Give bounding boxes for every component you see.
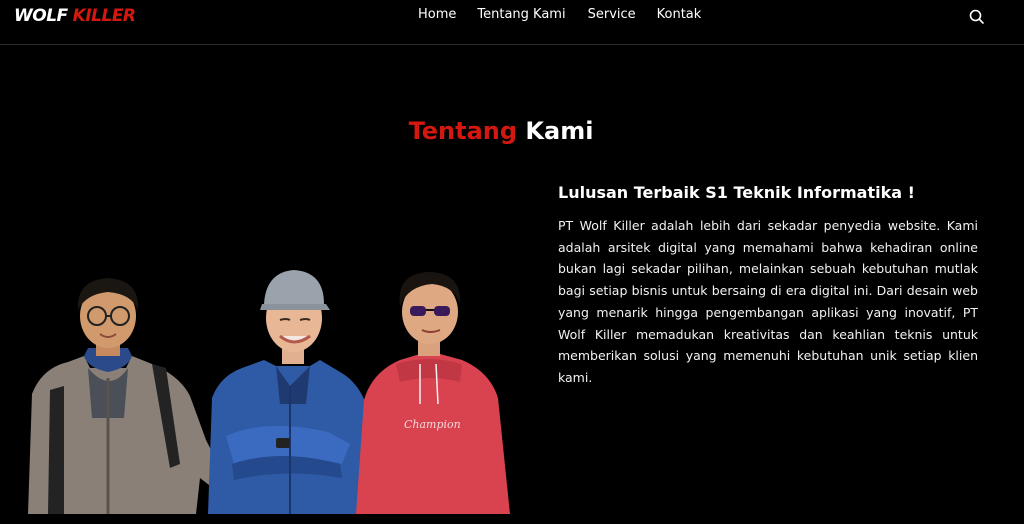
section-title-red: Tentang	[408, 117, 518, 145]
brand-logo-part2: KILLER	[72, 6, 136, 26]
nav-link-kontak[interactable]: Kontak	[657, 7, 702, 23]
brand-logo[interactable]: WOLF KILLER	[14, 6, 136, 26]
section-title-white: Kami	[525, 117, 594, 145]
about-subheading: Lulusan Terbaik S1 Teknik Informatika !	[558, 183, 915, 202]
team-member-1	[28, 278, 240, 514]
team-member-3: Champion	[356, 272, 510, 514]
nav-link-service[interactable]: Service	[588, 7, 636, 23]
hoodie-text: Champion	[404, 418, 461, 431]
team-member-2	[208, 270, 374, 514]
search-icon[interactable]	[968, 8, 986, 26]
team-photo: Champion	[28, 270, 510, 514]
nav-link-home[interactable]: Home	[418, 7, 456, 23]
section-title: Tentang Kami	[0, 115, 1002, 147]
navbar: WOLF KILLER Home Tentang Kami Service Kon…	[0, 0, 1024, 45]
nav-link-tentang-kami[interactable]: Tentang Kami	[477, 7, 565, 23]
about-description: PT Wolf Killer adalah lebih dari sekadar…	[558, 218, 978, 385]
brand-logo-part1: WOLF	[14, 6, 68, 26]
main-nav: Home Tentang Kami Service Kontak	[418, 7, 701, 23]
